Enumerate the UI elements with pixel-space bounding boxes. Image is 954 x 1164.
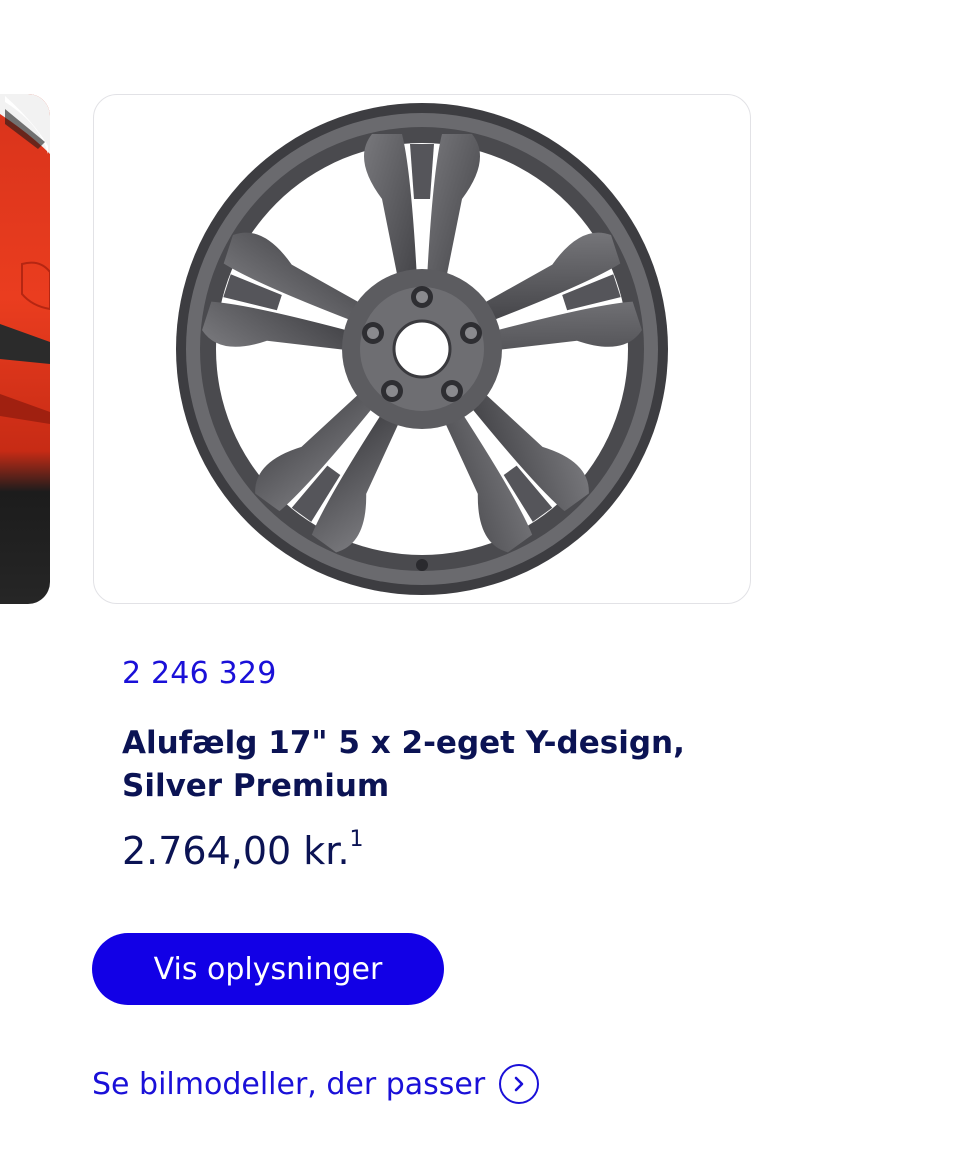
chevron-right-circle-icon (499, 1064, 540, 1104)
show-details-button[interactable]: Vis oplysninger (92, 933, 444, 1005)
part-number: 2 246 329 (122, 656, 277, 691)
product-title: Alufælg 17" 5 x 2-eget Y-design, Silver … (122, 725, 685, 804)
product-image-card[interactable] (93, 94, 751, 604)
alloy-wheel-icon (176, 103, 668, 595)
product-price: 2.764,00 kr.1 (122, 827, 364, 873)
price-value: 2.764,00 kr. (122, 829, 350, 873)
car-image (0, 94, 50, 424)
compatible-models-link[interactable]: Se bilmodeller, der passer (92, 1064, 540, 1104)
previous-product-card[interactable] (0, 94, 50, 604)
price-footnote[interactable]: 1 (350, 827, 364, 852)
compatible-models-link-label: Se bilmodeller, der passer (92, 1066, 486, 1102)
